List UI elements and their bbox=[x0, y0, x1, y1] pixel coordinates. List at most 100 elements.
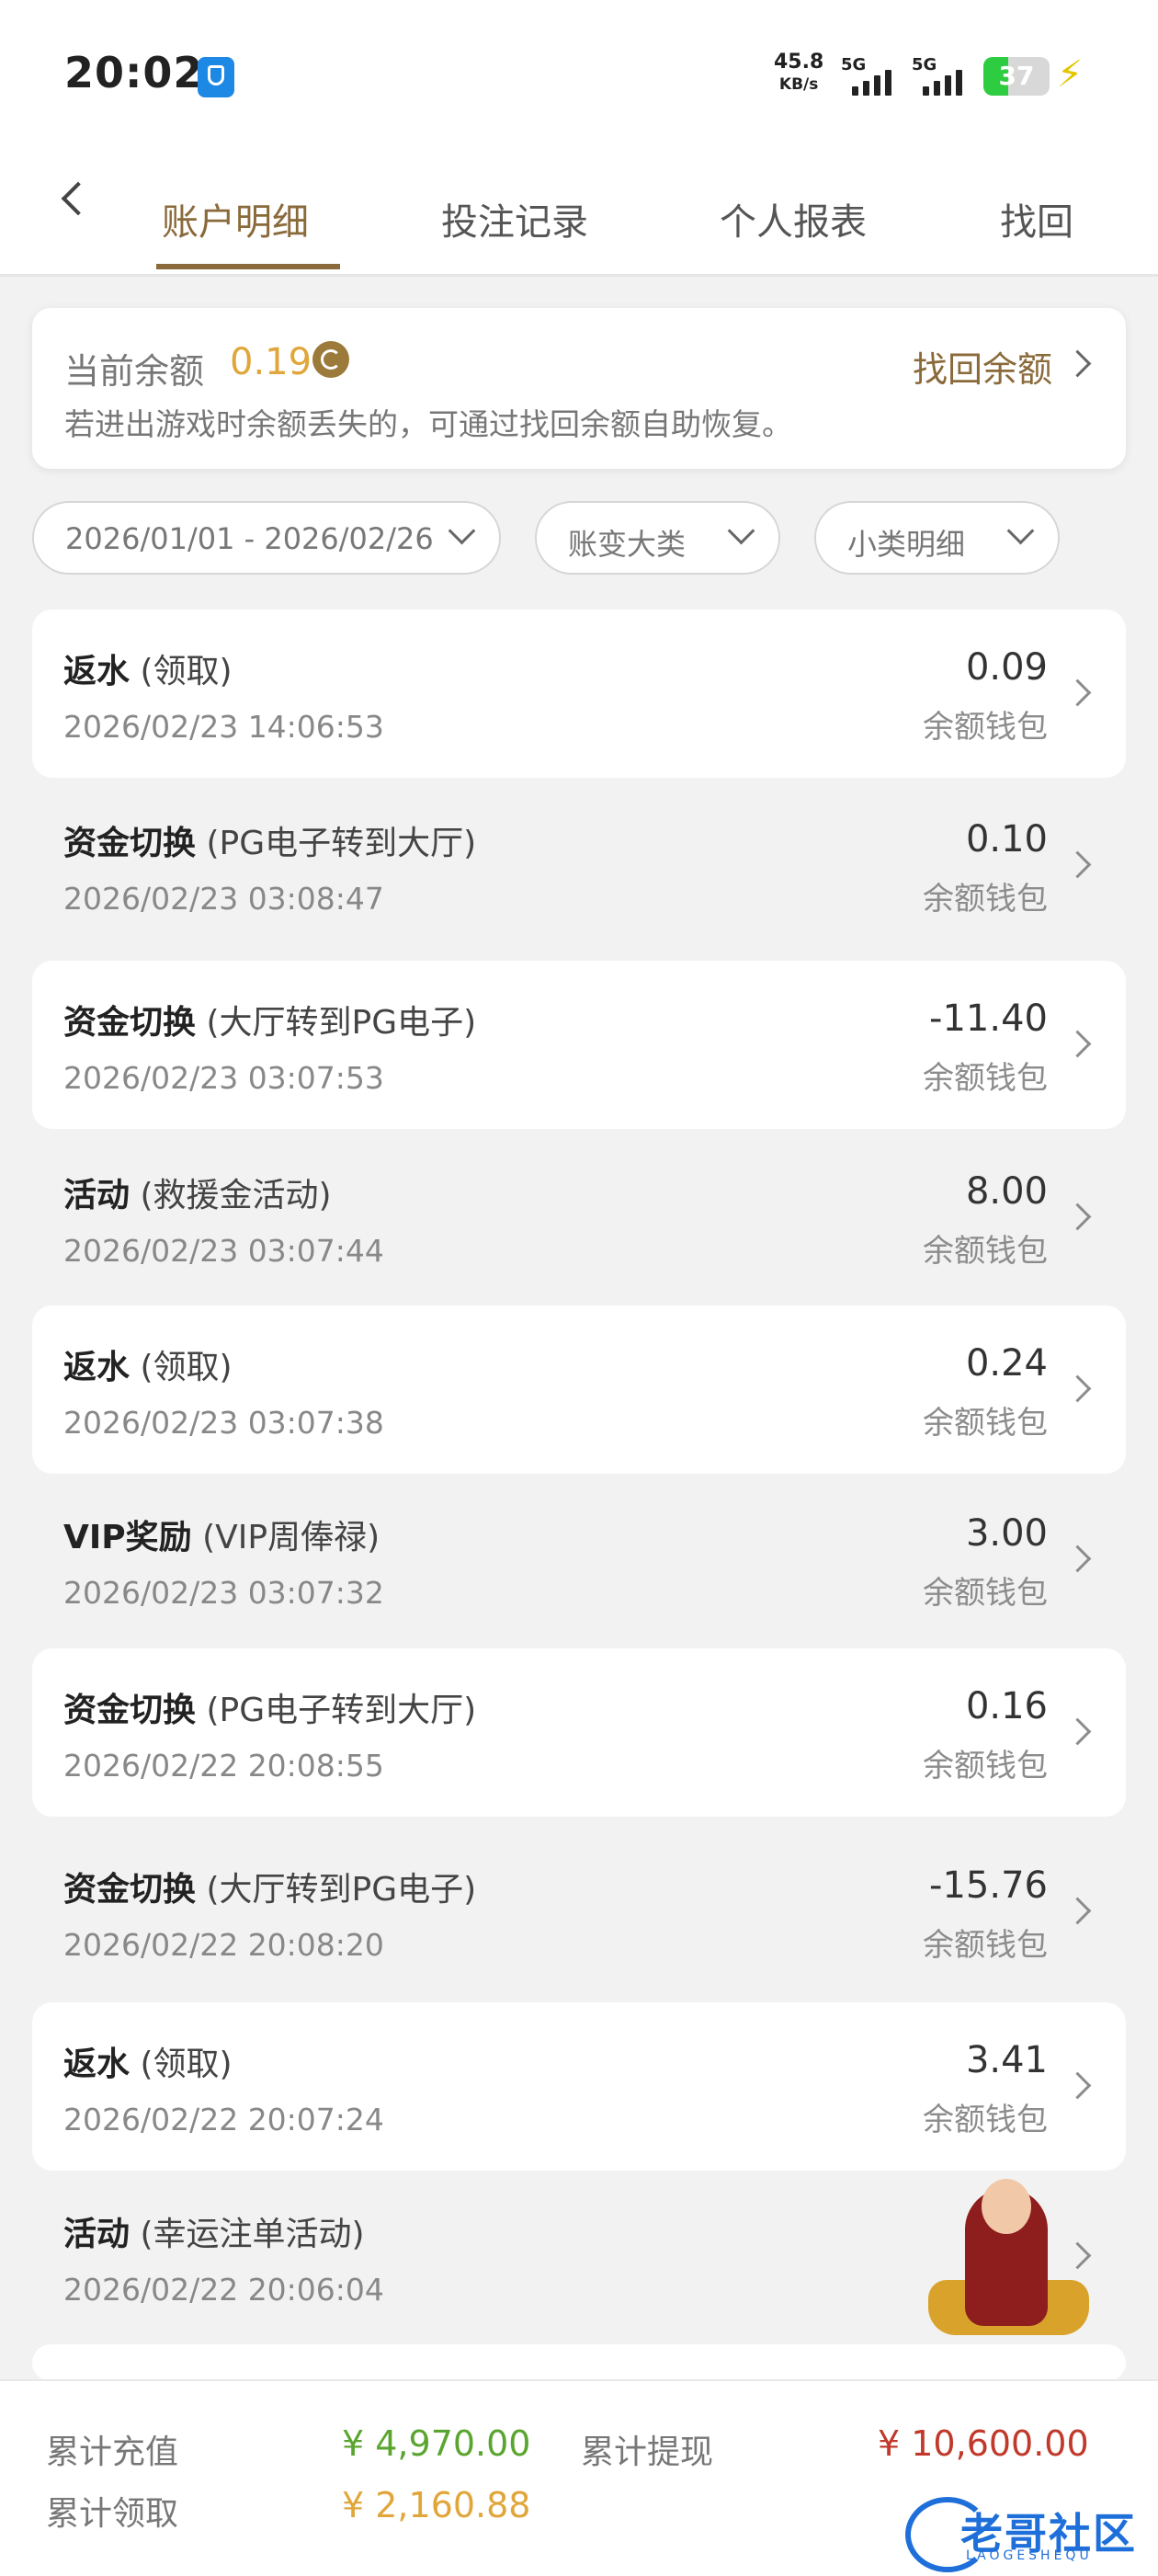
record-date: 2026/02/22 20:08:20 bbox=[63, 1927, 384, 1963]
record-type: 资金切换 bbox=[63, 825, 197, 862]
record-row[interactable]: 资金切换 (大厅转到PG电子) 2026/02/22 20:08:20 -15.… bbox=[32, 1828, 1126, 1996]
status-bar: 20:02 45.8 KB/s 5G 5G 37 ⚡ bbox=[0, 0, 1158, 152]
record-amount: 0.24 bbox=[965, 1342, 1048, 1385]
record-amount: -11.40 bbox=[929, 997, 1048, 1040]
signal-label: 5G bbox=[912, 55, 937, 74]
record-row[interactable]: 活动 (救援金活动) 2026/02/23 03:07:44 8.00 余额钱包 bbox=[32, 1134, 1126, 1302]
record-amount: 3.41 bbox=[965, 2039, 1048, 2081]
category-filter[interactable]: 账变大类 bbox=[535, 501, 780, 575]
record-amount: 0.16 bbox=[965, 1685, 1048, 1727]
chevron-right-icon[interactable] bbox=[1063, 349, 1092, 378]
record-type: 资金切换 bbox=[63, 1004, 197, 1042]
record-row[interactable]: 返水 (领取) 2026/02/23 14:06:53 0.09 余额钱包 bbox=[32, 610, 1126, 778]
retrieve-balance-link[interactable]: 找回余额 bbox=[913, 341, 1052, 392]
chevron-right-icon bbox=[1063, 850, 1092, 879]
record-detail: (大厅转到PG电子) bbox=[206, 1004, 477, 1042]
record-wallet: 余额钱包 bbox=[923, 1748, 1048, 1784]
record-detail: (幸运注单活动) bbox=[140, 2216, 365, 2253]
chevron-down-icon bbox=[448, 517, 476, 545]
record-type: 返水 bbox=[63, 1349, 131, 1386]
record-date: 2026/02/23 03:07:38 bbox=[63, 1405, 384, 1441]
back-chevron-icon[interactable] bbox=[61, 181, 96, 216]
record-type: VIP奖励 bbox=[63, 1519, 192, 1556]
record-amount: 3.00 bbox=[965, 1512, 1048, 1555]
record-row[interactable]: 资金切换 (PG电子转到大厅) 2026/02/23 03:08:47 0.10… bbox=[32, 781, 1126, 950]
recharge-label: 累计充值 bbox=[46, 2434, 179, 2471]
record-title: 资金切换 (大厅转到PG电子) bbox=[63, 1863, 476, 1910]
chevron-right-icon bbox=[1063, 1030, 1092, 1058]
chevron-right-icon bbox=[1063, 1203, 1092, 1231]
recharge-value: ¥ 4,970.00 bbox=[342, 2423, 531, 2464]
record-date: 2026/02/23 14:06:53 bbox=[63, 709, 384, 745]
tab-bar: 账户明细 投注记录 个人报表 找回 bbox=[0, 152, 1158, 277]
charging-bolt-icon: ⚡ bbox=[1057, 53, 1084, 96]
record-row[interactable]: 返水 (领取) 2026/02/23 03:07:38 0.24 余额钱包 bbox=[32, 1305, 1126, 1474]
record-detail: (领取) bbox=[140, 2046, 233, 2083]
balance-value: 0.19 bbox=[230, 341, 312, 383]
record-type: 活动 bbox=[63, 1177, 131, 1214]
date-range-value: 2026/01/01 - 2026/02/26 bbox=[65, 521, 434, 556]
record-detail: (领取) bbox=[140, 653, 233, 690]
record-detail: (VIP周俸禄) bbox=[202, 1519, 380, 1556]
record-detail: (救援金活动) bbox=[140, 1177, 332, 1214]
record-detail: (PG电子转到大厅) bbox=[206, 1692, 477, 1729]
record-wallet: 余额钱包 bbox=[923, 881, 1048, 918]
network-speed: 45.8 KB/s bbox=[774, 51, 823, 96]
record-date: 2026/02/22 20:07:24 bbox=[63, 2102, 384, 2137]
logo-subtext: LAOGESHEQU bbox=[966, 2548, 1093, 2563]
record-type: 活动 bbox=[63, 2216, 131, 2253]
balance-label: 当前余额 bbox=[64, 351, 205, 392]
record-date: 2026/02/23 03:07:32 bbox=[63, 1575, 384, 1611]
active-tab-indicator bbox=[156, 264, 340, 269]
record-row[interactable]: 资金切换 (大厅转到PG电子) 2026/02/23 03:07:53 -11.… bbox=[32, 961, 1126, 1129]
tab-retrieve[interactable]: 找回 bbox=[1000, 192, 1073, 245]
record-title: 活动 (救援金活动) bbox=[63, 1168, 332, 1216]
record-detail: (大厅转到PG电子) bbox=[206, 1871, 477, 1909]
network-speed-unit: KB/s bbox=[778, 75, 819, 94]
category-value: 账变大类 bbox=[568, 527, 687, 562]
record-wallet: 余额钱包 bbox=[923, 1927, 1048, 1964]
record-title: 返水 (领取) bbox=[63, 644, 233, 692]
signal-label: 5G bbox=[841, 55, 867, 74]
date-range-filter[interactable]: 2026/01/01 - 2026/02/26 bbox=[32, 501, 501, 575]
floating-promo-banner[interactable] bbox=[928, 2179, 1089, 2335]
claim-value: ¥ 2,160.88 bbox=[342, 2485, 531, 2525]
record-wallet: 余额钱包 bbox=[923, 2102, 1048, 2138]
chevron-down-icon bbox=[1006, 517, 1035, 545]
record-detail: (领取) bbox=[140, 1349, 233, 1386]
record-detail: (PG电子转到大厅) bbox=[206, 825, 477, 862]
record-date: 2026/02/22 20:08:55 bbox=[63, 1748, 384, 1784]
record-amount: 8.00 bbox=[965, 1170, 1048, 1213]
network-speed-value: 45.8 bbox=[774, 51, 824, 74]
record-type: 返水 bbox=[63, 653, 131, 690]
tab-personal-report[interactable]: 个人报表 bbox=[720, 192, 867, 245]
balance-card: 当前余额 0.19 找回余额 若进出游戏时余额丢失的，可通过找回余额自助恢复。 bbox=[32, 308, 1126, 469]
record-row[interactable]: 返水 (领取) 2026/02/22 20:07:24 3.41 余额钱包 bbox=[32, 2002, 1126, 2171]
record-type: 资金切换 bbox=[63, 1692, 197, 1729]
shield-icon bbox=[198, 57, 234, 97]
signal-icon: 5G bbox=[841, 55, 905, 99]
record-row-partial bbox=[32, 2344, 1126, 2381]
record-type: 资金切换 bbox=[63, 1871, 197, 1909]
record-date: 2026/02/22 20:06:04 bbox=[63, 2272, 384, 2308]
record-title: 活动 (幸运注单活动) bbox=[63, 2207, 365, 2255]
refresh-icon[interactable] bbox=[312, 341, 349, 378]
subcategory-filter[interactable]: 小类明细 bbox=[814, 501, 1060, 575]
record-title: 资金切换 (PG电子转到大厅) bbox=[63, 1683, 476, 1731]
record-row[interactable]: 资金切换 (PG电子转到大厅) 2026/02/22 20:08:55 0.16… bbox=[32, 1648, 1126, 1817]
record-wallet: 余额钱包 bbox=[923, 1405, 1048, 1442]
record-amount: -15.76 bbox=[929, 1864, 1048, 1907]
tab-account-details[interactable]: 账户明细 bbox=[162, 192, 309, 245]
tab-bet-records[interactable]: 投注记录 bbox=[441, 192, 588, 245]
record-title: 资金切换 (PG电子转到大厅) bbox=[63, 816, 476, 864]
record-row[interactable]: VIP奖励 (VIP周俸禄) 2026/02/23 03:07:32 3.00 … bbox=[32, 1476, 1126, 1644]
withdraw-value: ¥ 10,600.00 bbox=[878, 2423, 1089, 2464]
chevron-right-icon bbox=[1063, 1374, 1092, 1403]
clock: 20:02 bbox=[64, 48, 204, 97]
record-wallet: 余额钱包 bbox=[923, 1233, 1048, 1270]
chevron-right-icon bbox=[1063, 1544, 1092, 1573]
record-title: 资金切换 (大厅转到PG电子) bbox=[63, 996, 476, 1043]
watermark-logo: 老哥社区 LAOGESHEQU bbox=[905, 2491, 1144, 2574]
record-wallet: 余额钱包 bbox=[923, 1060, 1048, 1097]
chevron-right-icon bbox=[1063, 1717, 1092, 1746]
